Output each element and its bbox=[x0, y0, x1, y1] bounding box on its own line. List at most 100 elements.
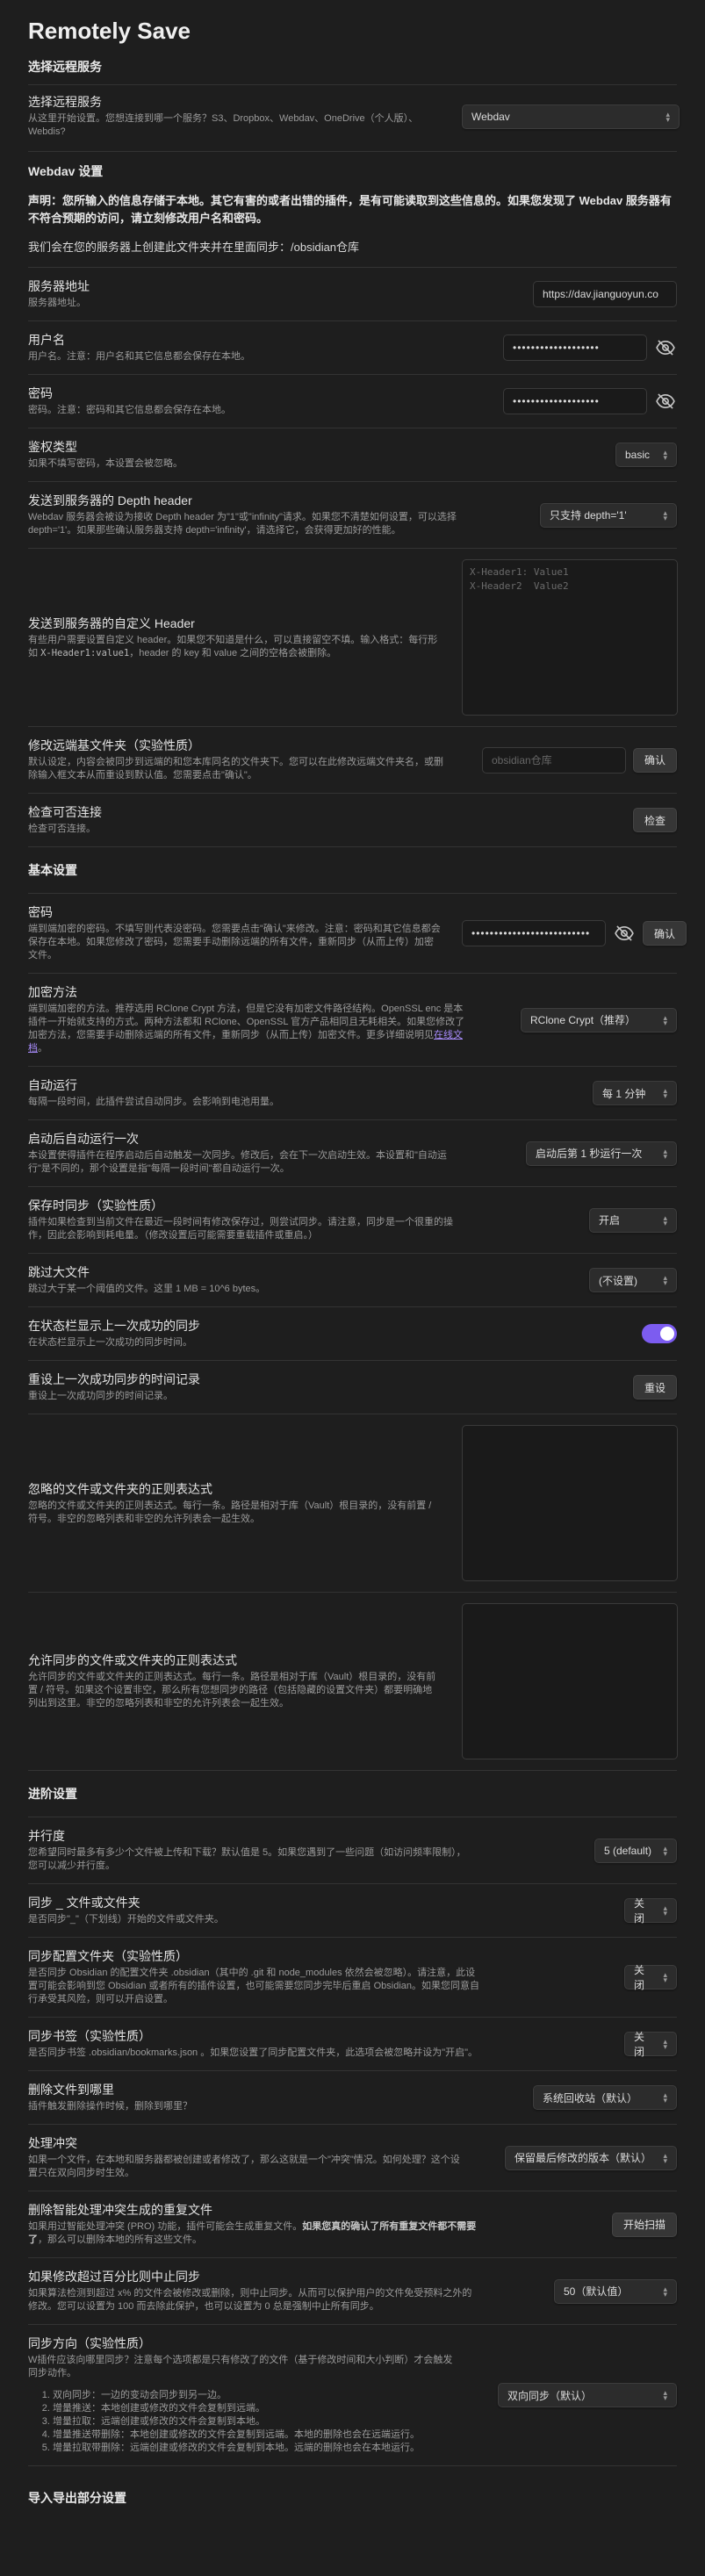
webdav-folder-note: 我们会在您的服务器上创建此文件夹并在里面同步：/obsidian仓库 bbox=[28, 241, 360, 254]
setting-auto-run: 自动运行 每隔一段时间，此插件尝试自动同步。会影响到电池用量。 每 1 分钟 ▴… bbox=[28, 1066, 677, 1119]
sync-underscore-select[interactable]: 关闭 ▴ ▾ bbox=[624, 1897, 677, 1925]
encryption-password-input[interactable]: •••••••••••••••••••••••••• bbox=[462, 920, 606, 946]
start-scan-button[interactable]: 开始扫描 bbox=[611, 2212, 677, 2237]
chevron-updown-icon: ▴ ▾ bbox=[663, 2150, 667, 2165]
concurrency-select[interactable]: 5 (default) ▴ ▾ bbox=[594, 1838, 677, 1863]
encryption-method-select[interactable]: RClone Crypt（推荐） ▴ ▾ bbox=[521, 1007, 677, 1033]
setting-duplicate-files: 删除智能处理冲突生成的重复文件 如果用过智能处理冲突 (PRO) 功能，插件可能… bbox=[28, 2191, 677, 2257]
setting-desc: 是否同步"_"（下划线）开始的文件或文件夹。 bbox=[28, 1914, 224, 1925]
setting-name: 发送到服务器的自定义 Header bbox=[28, 615, 195, 630]
setting-desc: 插件触发删除操作时候，删除到哪里？ bbox=[28, 2101, 192, 2112]
setting-name: 允许同步的文件或文件夹的正则表达式 bbox=[28, 1653, 237, 1667]
chevron-updown-icon: ▴ ▾ bbox=[663, 2037, 667, 2051]
setting-name: 删除智能处理冲突生成的重复文件 bbox=[28, 2203, 212, 2217]
chevron-updown-icon: ▴ ▾ bbox=[663, 1273, 667, 1287]
settings-page: Remotely Save 选择远程服务 选择远程服务 从这里开始设置。您想连接… bbox=[0, 0, 705, 2576]
setting-desc: 在状态栏显示上一次成功的同步时间。 bbox=[28, 1337, 192, 1348]
chevron-updown-icon: ▴ ▾ bbox=[663, 1212, 667, 1227]
desc-text: ，header 的 key 和 value 之间的空格会被删除。 bbox=[129, 647, 337, 658]
setting-name: 同步书签（实验性质） bbox=[28, 2029, 151, 2043]
list-item: 增量拉取带删除：远端创建或修改的文件会复制到本地。远端的删除也会在本地运行。 bbox=[53, 2442, 477, 2455]
select-value: 关闭 bbox=[634, 2031, 645, 2058]
abort-percentage-select[interactable]: 50（默认值） ▴ ▾ bbox=[554, 2278, 677, 2304]
setting-allow-paths: 允许同步的文件或文件夹的正则表达式 允许同步的文件或文件夹的正则表达式。每行一条… bbox=[28, 1592, 678, 1770]
skip-large-select[interactable]: (不设置) ▴ ▾ bbox=[589, 1268, 677, 1292]
setting-server-address: 服务器地址 服务器地址。 https://dav.jianguoyun.co bbox=[28, 267, 677, 320]
sync-config-select[interactable]: 关闭 ▴ ▾ bbox=[624, 1964, 677, 1991]
sync-on-save-select[interactable]: 开启 ▴ ▾ bbox=[589, 1207, 677, 1233]
conflict-select[interactable]: 保留最后修改的版本（默认） ▴ ▾ bbox=[505, 2145, 677, 2170]
setting-desc: 服务器地址。 bbox=[28, 298, 86, 308]
setting-custom-header: 发送到服务器的自定义 Header 有些用户需要设置自定义 header。如果您… bbox=[28, 548, 678, 726]
setting-password: 密码 密码。注意：密码和其它信息都会保存在本地。 •••••••••••••••… bbox=[28, 374, 677, 428]
desc-code: X-Header1:value1 bbox=[40, 647, 130, 658]
remote-folder-input[interactable]: obsidian仓库 bbox=[481, 746, 626, 774]
setting-desc: 本设置使得插件在程序启动后自动触发一次同步。修改后，会在下一次启动生效。本设置和… bbox=[28, 1150, 447, 1174]
desc-text: ，那么可以删除本地的所有这些文件。 bbox=[38, 2234, 202, 2245]
service-select[interactable]: Webdav ▴ ▾ bbox=[462, 104, 680, 129]
setting-desc: 默认设定，内容会被同步到远端的和您本库同名的文件夹下。您可以在此修改远端文件夹名… bbox=[28, 757, 443, 781]
setting-desc: 跳过大于某一个阈值的文件。这里 1 MB = 10^6 bytes。 bbox=[28, 1284, 266, 1294]
list-item: 增量推送带删除：本地创建或修改的文件会复制到远端。本地的删除也会在远端运行。 bbox=[53, 2428, 477, 2442]
setting-desc: 端到端加密的密码。不填写则代表没密码。您需要点击"确认"来修改。注意：密码和其它… bbox=[28, 924, 441, 961]
select-value: 启动后第 1 秒运行一次 bbox=[536, 1148, 643, 1160]
eye-off-icon[interactable] bbox=[613, 924, 636, 943]
desc-text: 如果用过智能处理冲突 (PRO) 功能，插件可能会生成重复文件。 bbox=[28, 2221, 303, 2232]
select-value: 关闭 bbox=[634, 1897, 645, 1925]
ignore-paths-textarea[interactable] bbox=[462, 1425, 678, 1581]
confirm-button[interactable]: 确认 bbox=[643, 921, 687, 946]
setting-abort-percentage: 如果修改超过百分比则中止同步 如果算法检测到超过 x% 的文件会被修改或删除，则… bbox=[28, 2257, 677, 2324]
setting-name: 发送到服务器的 Depth header bbox=[28, 493, 192, 507]
check-button[interactable]: 检查 bbox=[632, 808, 677, 832]
setting-desc: W插件应该向哪里同步？注意每个选项都是只有修改了的文件（基于修改时间和大小判断）… bbox=[28, 2355, 453, 2378]
username-input[interactable]: ••••••••••••••••••• bbox=[503, 335, 647, 361]
setting-name: 删除文件到哪里 bbox=[28, 2083, 114, 2097]
chevron-updown-icon: ▴ ▾ bbox=[663, 1012, 667, 1027]
select-value: 5 (default) bbox=[604, 1844, 652, 1857]
setting-desc: 每隔一段时间，此插件尝试自动同步。会影响到电池用量。 bbox=[28, 1097, 279, 1107]
setting-name: 自动运行 bbox=[28, 1078, 77, 1092]
eye-off-icon[interactable] bbox=[654, 392, 677, 411]
setting-desc: 如果不填写密码，本设置会被忽略。 bbox=[28, 458, 183, 469]
setting-name: 跳过大文件 bbox=[28, 1265, 90, 1279]
setting-desc: Webdav 服务器会被设为接收 Depth header 为"1"或"infi… bbox=[28, 512, 457, 536]
auto-run-select[interactable]: 每 1 分钟 ▴ ▾ bbox=[593, 1081, 677, 1105]
setting-desc: 用户名。注意：用户名和其它信息都会保存在本地。 bbox=[28, 351, 250, 362]
setting-sync-underscore: 同步 _ 文件或文件夹 是否同步"_"（下划线）开始的文件或文件夹。 关闭 ▴ ▾ bbox=[28, 1883, 677, 1937]
desc-text: 。 bbox=[38, 1043, 47, 1054]
section-webdav: Webdav 设置 bbox=[28, 151, 677, 185]
toggle-knob bbox=[660, 1327, 674, 1341]
setting-desc: 端到端加密的方法。推荐选用 RClone Crypt 方法，但是它没有加密文件路… bbox=[28, 1003, 467, 1055]
setting-choose-service: 选择远程服务 从这里开始设置。您想连接到哪一个服务？S3、Dropbox、Web… bbox=[28, 85, 680, 149]
setting-desc: 插件如果检查到当前文件在最近一段时间有修改保存过，则尝试同步。请注意，同步是一个… bbox=[28, 1217, 453, 1241]
webdav-warning: 声明：您所输入的信息存储于本地。其它有害的或者出错的插件，是有可能读取到这些信息… bbox=[28, 194, 672, 225]
setting-desc: 如果一个文件，在本地和服务器都被创建或者修改了，那么这就是一个"冲突"情况。如何… bbox=[28, 2155, 460, 2178]
server-address-input[interactable]: https://dav.jianguoyun.co bbox=[533, 281, 677, 307]
allow-paths-textarea[interactable] bbox=[462, 1603, 678, 1759]
select-value: 开启 bbox=[599, 1214, 621, 1227]
init-run-select[interactable]: 启动后第 1 秒运行一次 ▴ ▾ bbox=[526, 1140, 677, 1166]
setting-depth-header: 发送到服务器的 Depth header Webdav 服务器会被设为接收 De… bbox=[28, 481, 677, 548]
setting-desc: 是否同步 Obsidian 的配置文件夹 .obsidian（其中的 .git … bbox=[28, 1968, 479, 2004]
chevron-updown-icon: ▴ ▾ bbox=[663, 1970, 667, 1984]
select-value: 关闭 bbox=[634, 1964, 645, 1991]
setting-name: 启动后自动运行一次 bbox=[28, 1132, 139, 1146]
password-input[interactable]: ••••••••••••••••••• bbox=[503, 388, 647, 414]
sync-direction-select[interactable]: 双向同步（默认） ▴ ▾ bbox=[498, 2383, 677, 2407]
eye-off-icon[interactable] bbox=[654, 338, 677, 357]
setting-desc: 如果用过智能处理冲突 (PRO) 功能，插件可能会生成重复文件。如果您真的确认了… bbox=[28, 2220, 485, 2247]
status-bar-toggle[interactable] bbox=[642, 1324, 677, 1343]
auth-type-select[interactable]: basic ▴ ▾ bbox=[615, 443, 677, 467]
custom-header-textarea[interactable]: X-Header1: Value1 X-Header2 Value2 bbox=[462, 559, 678, 716]
setting-desc: 是否同步书签 .obsidian/bookmarks.json 。如果您设置了同… bbox=[28, 2047, 478, 2058]
sync-bookmarks-select[interactable]: 关闭 ▴ ▾ bbox=[624, 2031, 677, 2058]
chevron-updown-icon: ▴ ▾ bbox=[663, 2284, 667, 2299]
confirm-button[interactable]: 确认 bbox=[632, 747, 677, 773]
select-value: (不设置) bbox=[599, 1274, 637, 1287]
delete-to-select[interactable]: 系统回收站（默认） ▴ ▾ bbox=[533, 2085, 677, 2110]
depth-select[interactable]: 只支持 depth='1' ▴ ▾ bbox=[540, 502, 677, 528]
setting-desc: 您希望同时最多有多少个文件被上传和下载？默认值是 5。如果您遇到了一些问题（如访… bbox=[28, 1847, 466, 1871]
reset-button[interactable]: 重设 bbox=[632, 1375, 677, 1400]
setting-conflict: 处理冲突 如果一个文件，在本地和服务器都被创建或者修改了，那么这就是一个"冲突"… bbox=[28, 2124, 677, 2191]
setting-sync-on-save: 保存时同步（实验性质） 插件如果检查到当前文件在最近一段时间有修改保存过，则尝试… bbox=[28, 1186, 677, 1253]
